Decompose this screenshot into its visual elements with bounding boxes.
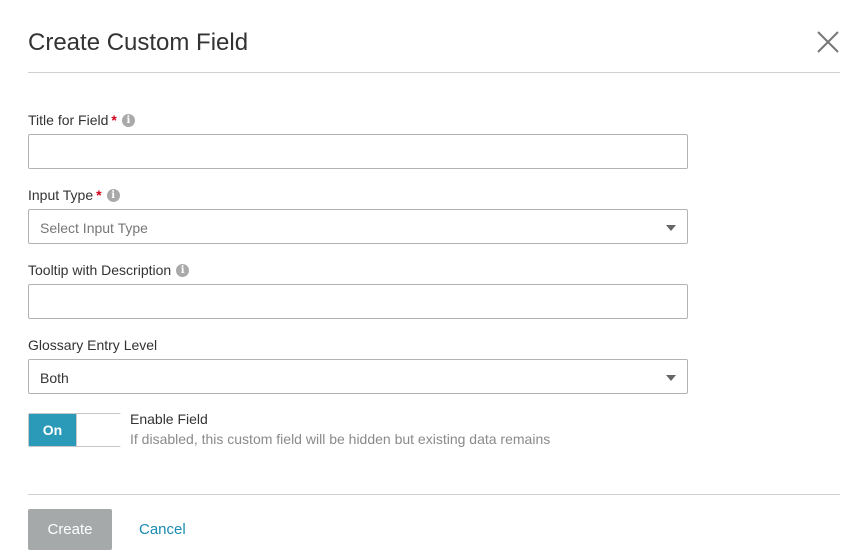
footer-divider [28,494,840,495]
toggle-knob [76,414,121,446]
glossary-entry-level-select[interactable]: Both [28,359,688,394]
glossary-entry-level-label: Glossary Entry Level [28,336,157,354]
tooltip-description-label-text: Tooltip with Description [28,262,172,278]
glossary-entry-level-label-text: Glossary Entry Level [28,337,158,353]
close-button[interactable] [814,28,842,56]
enable-field-description: If disabled, this custom field will be h… [130,431,551,447]
info-icon[interactable]: i [106,188,120,202]
close-icon [817,31,839,53]
info-icon[interactable]: i [121,113,135,127]
title-field-label: Title for Field * i [28,111,135,129]
enable-field-title: Enable Field [130,411,208,427]
chevron-down-icon [666,375,676,381]
input-type-selected-value: Select Input Type [40,220,148,236]
glossary-entry-level-selected-value: Both [40,370,69,386]
input-type-select[interactable]: Select Input Type [28,209,688,244]
input-type-label: Input Type * i [28,186,120,204]
cancel-link[interactable]: Cancel [139,520,186,539]
input-type-label-text: Input Type [28,187,94,203]
title-field-input[interactable] [28,134,688,169]
chevron-down-icon [666,225,676,231]
dialog-title: Create Custom Field [28,29,249,56]
create-button[interactable]: Create [28,509,112,550]
title-field-label-text: Title for Field [28,112,109,128]
info-icon[interactable]: i [176,263,190,277]
required-mark: * [111,112,117,128]
enable-field-toggle[interactable]: On [28,413,121,447]
tooltip-description-label: Tooltip with Description i [28,261,190,279]
tooltip-description-input[interactable] [28,284,688,319]
toggle-on-label: On [29,414,76,446]
dialog-header: Create Custom Field [28,0,840,73]
required-mark: * [96,187,102,203]
